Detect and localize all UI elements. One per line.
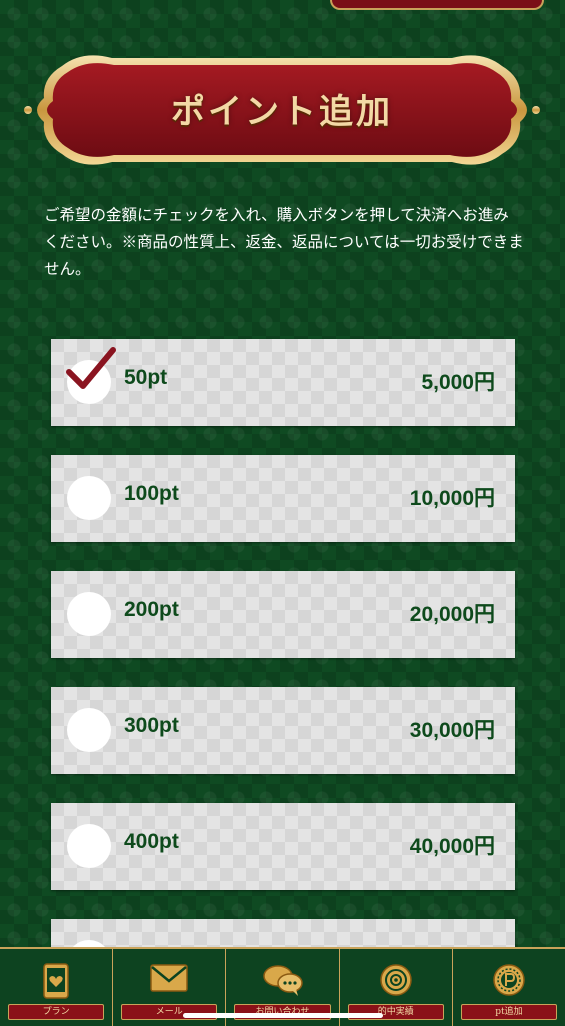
plan-points: 100pt [124,482,179,505]
top-tab-decoration [330,0,544,10]
plan-price: 10,000円 [409,487,495,510]
nav-label: pt追加 [460,1004,558,1020]
point-coin-icon [493,964,525,996]
plan-points: 400pt [124,830,179,853]
radio-unchecked[interactable] [67,592,111,636]
nav-item-plan[interactable]: プラン [0,949,114,1026]
plan-option-200pt[interactable]: 200pt 20,000円 [51,571,515,658]
plan-price: 20,000円 [409,603,495,626]
radio-unchecked[interactable] [67,824,111,868]
plan-price: 30,000円 [409,719,495,742]
nav-label: プラン [8,1004,105,1020]
title-banner: ポイント追加 [22,48,542,172]
plan-option-400pt[interactable]: 400pt 40,000円 [51,803,515,890]
target-icon [379,964,412,996]
checkmark-icon [66,347,116,389]
nav-item-add-points[interactable]: pt追加 [453,949,565,1026]
plan-price: 5,000円 [421,371,495,394]
plan-option-50pt[interactable]: 50pt 5,000円 [51,339,515,426]
plan-points: 200pt [124,598,179,621]
mail-icon [150,964,189,992]
page-title: ポイント追加 [171,92,393,132]
plan-option-300pt[interactable]: 300pt 30,000円 [51,687,515,774]
plan-points: 300pt [124,714,179,737]
plan-option-100pt[interactable]: 100pt 10,000円 [51,455,515,542]
radio-unchecked[interactable] [67,476,111,520]
phone-heart-icon [43,963,69,999]
plan-list: 50pt 5,000円 100pt 10,000円 200pt 20,000円 … [51,339,515,984]
home-indicator [183,1013,383,1018]
radio-checked[interactable] [66,347,116,404]
plan-price: 40,000円 [409,835,495,858]
plan-points: 50pt [124,366,168,389]
instruction-text: ご希望の金額にチェックを入れ、購入ボタンを押して決済へお進みください。※商品の性… [44,206,524,278]
radio-unchecked[interactable] [67,708,111,752]
chat-bubbles-icon [262,965,303,996]
